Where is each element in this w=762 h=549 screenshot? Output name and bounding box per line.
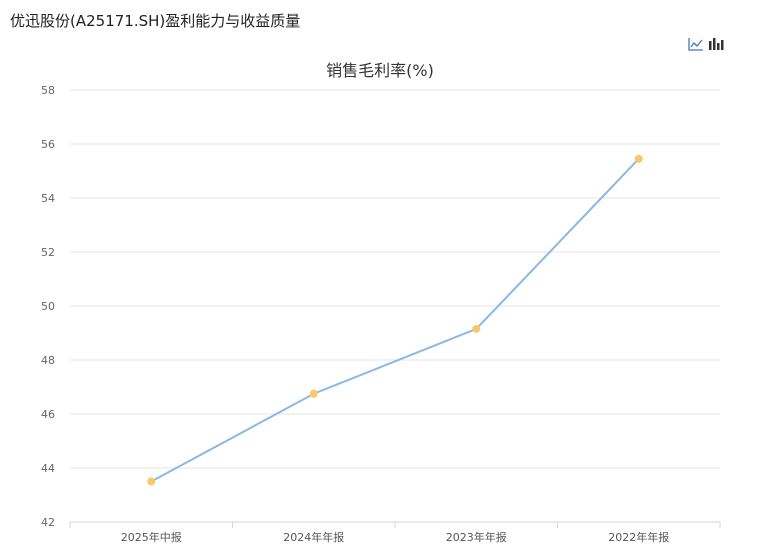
line-chart: 销售毛利率(%) 42 44 46 48 50 52 54 56 58 2025年中报 2024年… [41,61,721,544]
x-tick-label: 2025年中报 [121,530,182,544]
y-tick-label: 50 [41,300,55,313]
y-tick-label: 48 [41,354,55,367]
data-point [309,389,318,398]
x-tick-label: 2024年年报 [283,530,344,544]
y-tick-label: 46 [41,408,55,421]
series-line [150,158,640,483]
data-point [147,477,156,486]
x-tick-label: 2023年年报 [446,530,507,544]
x-tick-label: 2022年年报 [608,530,669,544]
y-tick-label: 54 [41,192,55,205]
chart-title: 销售毛利率(%) [326,61,434,80]
grid [70,89,720,469]
y-axis: 42 44 46 48 50 52 54 56 58 [41,84,55,529]
data-point [472,324,481,333]
y-tick-label: 52 [41,246,55,259]
series [147,154,643,486]
y-tick-label: 56 [41,138,55,151]
y-tick-label: 44 [41,462,55,475]
y-tick-label: 58 [41,84,55,97]
x-axis: 2025年中报 2024年年报 2023年年报 2022年年报 [69,521,721,544]
y-tick-label: 42 [41,516,55,529]
data-point [634,154,643,163]
